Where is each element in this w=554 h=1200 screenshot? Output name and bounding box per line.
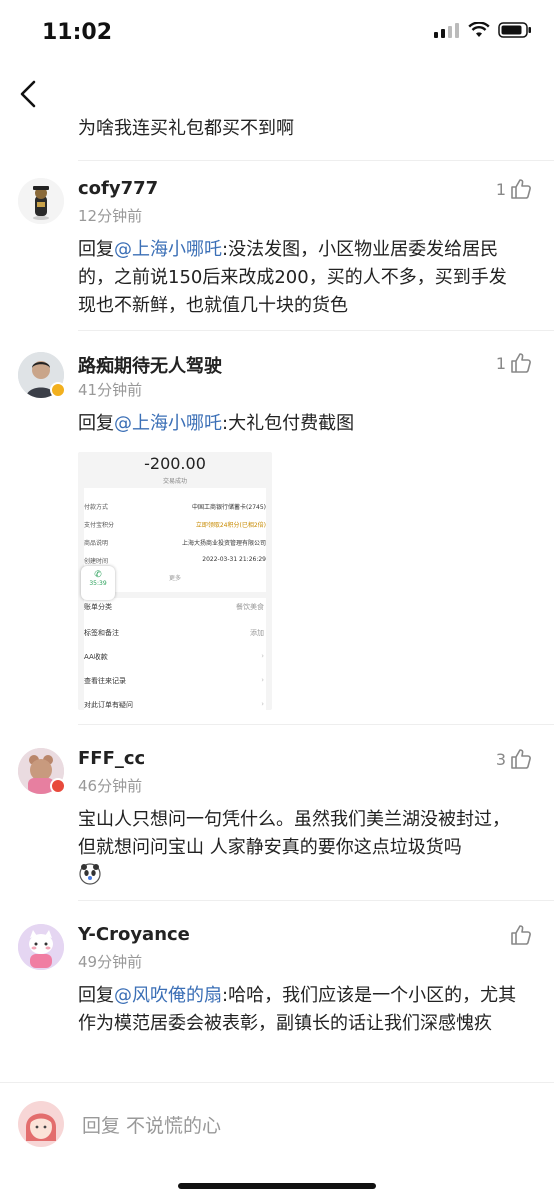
comment-time: 41分钟前 [78, 381, 143, 399]
panda-emoji-icon [79, 863, 101, 885]
home-indicator [178, 1183, 376, 1189]
divider [78, 724, 554, 725]
comment-item: cofy777 12分钟前 1 回复@上海小哪吒:没法发图，小区物业居委发给居民… [0, 172, 554, 332]
cat-avatar-icon [18, 924, 64, 970]
status-icons [434, 22, 532, 38]
partial-comment-text: 为啥我连买礼包都买不到啊 [78, 118, 294, 139]
thumbs-up-icon [511, 925, 531, 945]
reply-bar: 回复 不说慌的心 [0, 1082, 554, 1200]
comment-body: 回复@风吹俺的扇:哈哈，我们应该是一个小区的，尤其作为模范居委会被表彰，副镇长的… [78, 982, 524, 1038]
bear-avatar-icon [18, 178, 64, 224]
payment-row: 支付宝积分 立即领取24积分(已相2倍) [84, 520, 266, 529]
row-label: 查看往来记录 [84, 677, 126, 685]
payment-row: 创建时间 2022-03-31 21:26:29 [84, 556, 266, 565]
like-button[interactable]: 1 [496, 178, 532, 200]
like-count: 3 [495, 749, 506, 769]
comment-text: :大礼包付费截图 [222, 413, 355, 434]
row-value: 添加 [250, 629, 264, 637]
mention-link[interactable]: @上海小哪吒 [114, 413, 222, 434]
chevron-right-icon: › [261, 652, 264, 660]
wifi-icon [468, 22, 490, 37]
option-row: 查看往来记录 › [84, 676, 264, 686]
like-button[interactable]: 3 [496, 748, 532, 770]
red-badge-icon [50, 778, 66, 794]
row-value: 餐饮美食 [236, 603, 264, 611]
row-value: 2022-03-31 21:26:29 [202, 556, 266, 563]
option-row: AA收款 › [84, 652, 264, 662]
comment-username[interactable]: cofy777 [78, 178, 158, 199]
row-value: 上海大扬商业投资管理有限公司 [181, 540, 266, 547]
comment-time: 49分钟前 [78, 953, 143, 971]
reply-input[interactable]: 回复 不说慌的心 [82, 1111, 221, 1138]
payment-row: 商品说明 上海大扬商业投资管理有限公司 [84, 538, 266, 547]
like-count: 1 [495, 179, 506, 199]
avatar[interactable] [18, 924, 64, 970]
reply-prefix: 回复 [78, 239, 114, 260]
payment-screenshot-image[interactable]: -200.00 交易成功 付款方式 中国工商银行储蓄卡(2745) 支付宝积分 立即… [78, 452, 272, 710]
current-user-avatar [18, 1101, 64, 1147]
payment-amount: -200.00 [144, 454, 206, 473]
chevron-right-icon: › [261, 676, 264, 684]
more-link: 更多 [168, 575, 181, 582]
comment-body: 回复@上海小哪吒:没法发图，小区物业居委发给居民的，之前说150后来改成200，… [78, 236, 524, 320]
row-label: 支付宝积分 [84, 522, 115, 529]
comment-username[interactable]: FFF_cc [78, 748, 145, 769]
mention-link[interactable]: @风吹俺的扇 [114, 985, 222, 1006]
comment-time: 12分钟前 [78, 207, 143, 225]
row-label: 商品说明 [84, 540, 109, 547]
reply-prefix: 回复 [78, 413, 114, 434]
row-label: AA收款 [84, 653, 108, 661]
girl-avatar-icon [18, 1101, 64, 1147]
comment-item: FFF_cc 46分钟前 3 宝山人只想问一句凭什么。虽然我们美兰湖没被封过，但… [0, 742, 554, 902]
comment-body: 宝山人只想问一句凭什么。虽然我们美兰湖没被封过，但就想问问宝山 人家静安真的要你… [78, 806, 524, 862]
comment-item: Y-Croyance 49分钟前 回复@风吹俺的扇:哈哈，我们应该是一个小区的，… [0, 918, 554, 1078]
row-label: 标签和备注 [84, 629, 119, 637]
row-label: 创建时间 [84, 558, 109, 565]
row-label: 付款方式 [84, 504, 109, 511]
like-count: 1 [495, 353, 506, 373]
status-time: 11:02 [42, 20, 113, 45]
chevron-right-icon: › [261, 700, 264, 708]
option-row: 标签和备注 添加 [84, 628, 264, 638]
verified-badge-icon [50, 382, 66, 398]
row-value: 立即领取24积分(已相2倍) [195, 522, 266, 529]
status-bar: 11:02 [0, 0, 554, 66]
comment-body: 回复@上海小哪吒:大礼包付费截图 [78, 410, 524, 438]
mention-link[interactable]: @上海小哪吒 [114, 239, 222, 260]
comment-username[interactable]: Y-Croyance [78, 924, 190, 945]
thumbs-up-icon [511, 749, 531, 769]
row-label: 账单分类 [84, 603, 112, 611]
call-float-widget: ✆ 35:39 [81, 566, 115, 600]
divider [78, 160, 554, 161]
option-row: 对此订单有疑问 › [84, 700, 264, 710]
call-time: 35:39 [89, 580, 107, 587]
row-value: 中国工商银行储蓄卡(2745) [192, 504, 266, 511]
phone-icon: ✆ [94, 570, 102, 580]
thumbs-up-icon [511, 353, 531, 373]
like-button[interactable] [506, 924, 532, 946]
divider [78, 330, 554, 331]
payment-status: 交易成功 [162, 478, 187, 485]
back-arrow-icon[interactable] [14, 78, 46, 110]
avatar[interactable] [18, 178, 64, 224]
reply-prefix: 回复 [78, 985, 114, 1006]
comment-time: 46分钟前 [78, 777, 143, 795]
comment-text: 宝山人只想问一句凭什么。虽然我们美兰湖没被封过，但就想问问宝山 人家静安真的要你… [78, 809, 510, 858]
thumbs-up-icon [511, 179, 531, 199]
signal-icon [434, 23, 459, 38]
comment-username[interactable]: 路痴期待无人驾驶 [78, 352, 222, 378]
option-row: 账单分类 餐饮美食 [84, 602, 264, 612]
battery-icon [498, 22, 531, 38]
divider [78, 900, 554, 901]
row-label: 对此订单有疑问 [84, 701, 133, 709]
like-button[interactable]: 1 [496, 352, 532, 374]
payment-row: 付款方式 中国工商银行储蓄卡(2745) [84, 502, 266, 511]
